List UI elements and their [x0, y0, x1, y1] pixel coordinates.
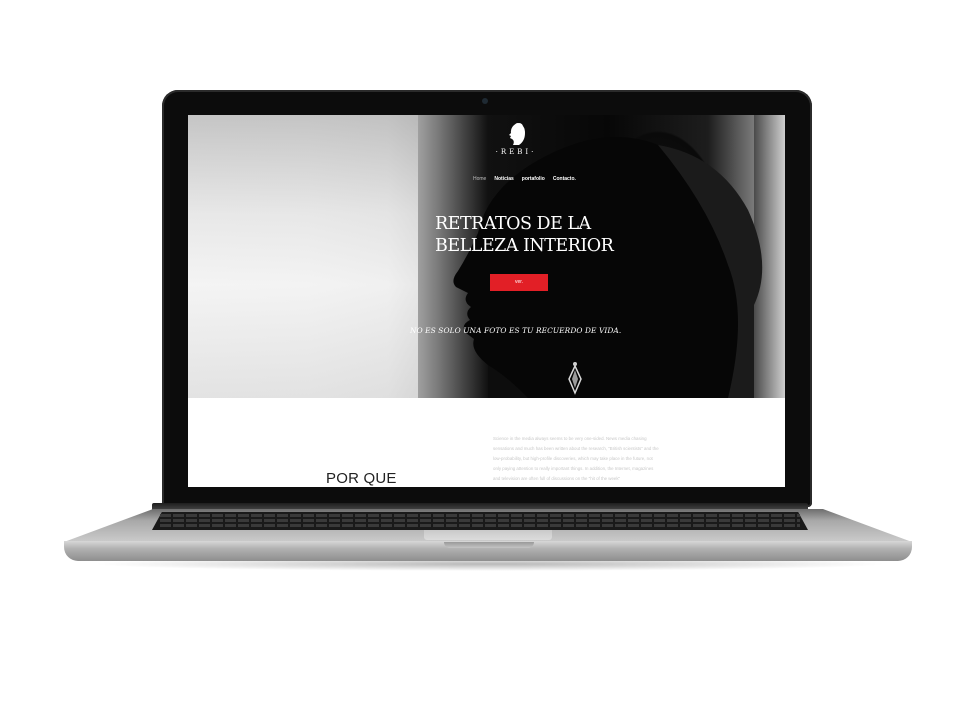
- headline-line-1: RETRATOS DE LA: [435, 214, 591, 234]
- earring-icon: [568, 362, 582, 395]
- laptop-notch: [444, 542, 534, 548]
- section-title: POR QUE: [326, 470, 397, 487]
- nav-home[interactable]: Home: [473, 176, 486, 182]
- headline-line-2: BELLEZA INTERIOR: [435, 236, 614, 256]
- trackpad: [424, 530, 552, 540]
- nav-noticias[interactable]: Noticias: [494, 176, 513, 182]
- hero-section: ·REBI· Home Noticias portafolio Contacto…: [188, 115, 785, 398]
- ver-button[interactable]: ver.: [490, 274, 548, 291]
- keyboard-row: [160, 514, 800, 517]
- keyboard-row: [160, 524, 800, 527]
- content-section: Science in the media always seems to be …: [188, 398, 785, 487]
- laptop-mockup: ·REBI· Home Noticias portafolio Contacto…: [0, 0, 960, 719]
- nav-contacto[interactable]: Contacto.: [553, 176, 576, 182]
- camera-icon: [482, 98, 488, 104]
- keyboard-row: [160, 519, 800, 522]
- hero-tagline: NO ES SOLO UNA FOTO ES TU RECUERDO DE VI…: [410, 326, 622, 335]
- hero-headline: RETRATOS DE LA BELLEZA INTERIOR: [435, 213, 655, 257]
- woman-head-logo-icon: [509, 123, 525, 145]
- laptop-lid: ·REBI· Home Noticias portafolio Contacto…: [162, 90, 812, 507]
- main-nav: Home Noticias portafolio Contacto.: [473, 176, 576, 182]
- site-logo[interactable]: ·REBI·: [486, 121, 546, 156]
- nav-portafolio[interactable]: portafolio: [522, 176, 545, 182]
- laptop-screen: ·REBI· Home Noticias portafolio Contacto…: [188, 115, 785, 487]
- section-body-text: Science in the media always seems to be …: [493, 436, 659, 481]
- logo-text: ·REBI·: [495, 148, 537, 156]
